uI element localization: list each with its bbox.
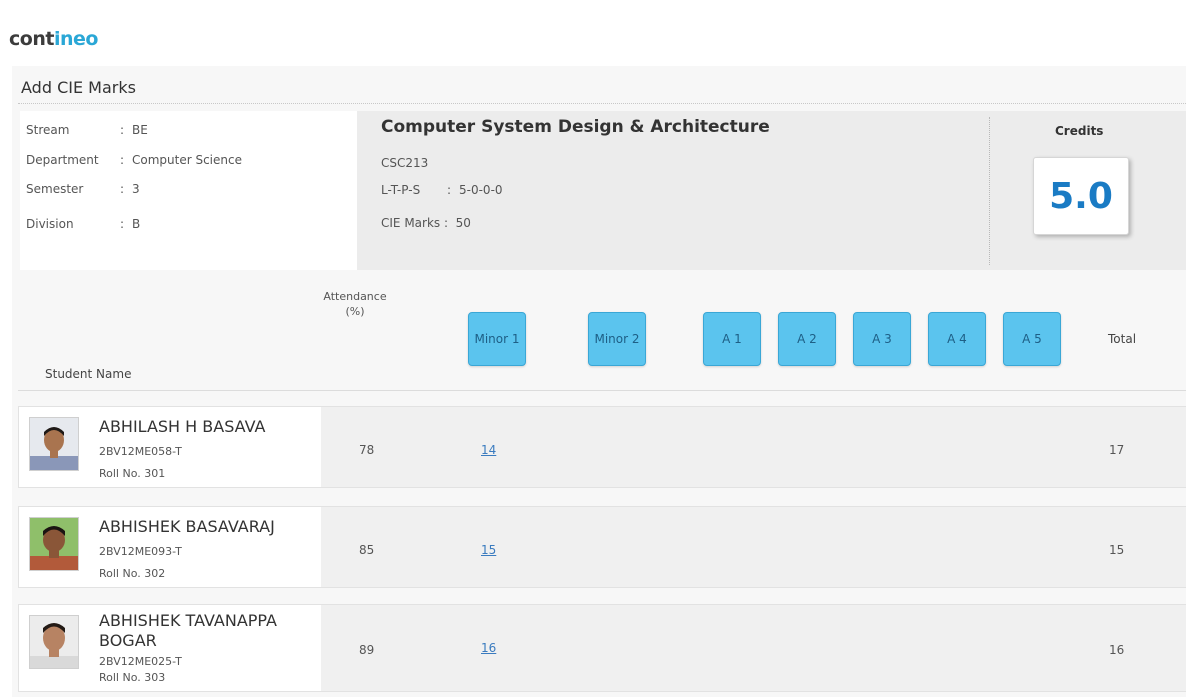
a2-button[interactable]: A 2 bbox=[778, 312, 836, 366]
attendance-header-line1: Attendance bbox=[323, 290, 387, 303]
attendance-value: 89 bbox=[359, 643, 375, 657]
student-info-cell: ABHILASH H BASAVA 2BV12ME058-T Roll No. … bbox=[19, 407, 321, 487]
student-usn: 2BV12ME025-T bbox=[99, 655, 182, 668]
course-info-panel: Computer System Design & Architecture CS… bbox=[357, 111, 1186, 270]
student-name: ABHISHEK TAVANAPPA BOGAR bbox=[99, 611, 277, 650]
cie-marks-value: 50 bbox=[455, 216, 471, 230]
stream-row: Stream: BE bbox=[26, 123, 148, 137]
title-divider bbox=[18, 103, 1186, 104]
attendance-header: Attendance (%) bbox=[318, 289, 392, 319]
total-header: Total bbox=[1108, 332, 1137, 346]
attendance-value: 85 bbox=[359, 543, 375, 557]
semester-label: Semester bbox=[26, 182, 84, 196]
attendance-value: 78 bbox=[359, 443, 375, 457]
avatar bbox=[29, 417, 79, 471]
stream-label: Stream bbox=[26, 123, 70, 137]
separator: : bbox=[120, 123, 125, 137]
separator: : bbox=[447, 183, 452, 197]
student-info-cell: ABHISHEK BASAVARAJ 2BV12ME093-T Roll No.… bbox=[19, 507, 321, 587]
contineo-logo: contineo bbox=[9, 28, 98, 50]
minor1-mark-link[interactable]: 14 bbox=[481, 443, 496, 457]
student-name-header: Student Name bbox=[45, 367, 132, 381]
total-value: 17 bbox=[1109, 443, 1125, 457]
a3-button[interactable]: A 3 bbox=[853, 312, 911, 366]
division-value: B bbox=[132, 217, 141, 231]
attendance-header-line2: (%) bbox=[345, 305, 365, 318]
division-label: Division bbox=[26, 217, 74, 231]
avatar bbox=[29, 517, 79, 571]
division-row: Division: B bbox=[26, 217, 140, 231]
student-name: ABHISHEK BASAVARAJ bbox=[99, 517, 275, 536]
credits-value: 5.0 bbox=[1033, 157, 1129, 235]
course-code: CSC213 bbox=[381, 156, 429, 170]
ltps-row: L-T-P-S:5-0-0-0 bbox=[381, 183, 503, 197]
separator: : bbox=[120, 182, 125, 196]
student-usn: 2BV12ME058-T bbox=[99, 445, 182, 458]
a1-button[interactable]: A 1 bbox=[703, 312, 761, 366]
semester-value: 3 bbox=[132, 182, 140, 196]
header-divider bbox=[18, 390, 1186, 391]
department-value: Computer Science bbox=[132, 153, 242, 167]
logo-text-part2: ineo bbox=[53, 28, 98, 50]
ltps-value: 5-0-0-0 bbox=[459, 183, 503, 197]
student-row: ABHILASH H BASAVA 2BV12ME058-T Roll No. … bbox=[18, 406, 1186, 488]
student-usn: 2BV12ME093-T bbox=[99, 545, 182, 558]
stream-value: BE bbox=[132, 123, 148, 137]
logo-text-part1: cont bbox=[9, 28, 54, 50]
cie-marks-label: CIE Marks bbox=[381, 216, 441, 230]
credits-divider bbox=[989, 117, 990, 265]
avatar bbox=[29, 615, 79, 669]
separator: : bbox=[120, 153, 125, 167]
total-value: 15 bbox=[1109, 543, 1125, 557]
class-info-panel: Stream: BE Department: Computer Science Se… bbox=[20, 111, 357, 270]
student-roll: Roll No. 303 bbox=[99, 671, 166, 684]
minor1-mark-link[interactable]: 15 bbox=[481, 543, 496, 557]
cie-marks-row: CIE Marks : 50 bbox=[381, 216, 471, 230]
credits-label: Credits bbox=[1055, 124, 1104, 138]
department-row: Department: Computer Science bbox=[26, 153, 242, 167]
student-row: ABHISHEK BASAVARAJ 2BV12ME093-T Roll No.… bbox=[18, 506, 1186, 588]
semester-row: Semester:3 bbox=[26, 182, 140, 196]
department-label: Department bbox=[26, 153, 99, 167]
student-roll: Roll No. 302 bbox=[99, 567, 166, 580]
separator: : bbox=[443, 216, 449, 230]
minor1-button[interactable]: Minor 1 bbox=[468, 312, 526, 366]
main-panel: Add CIE Marks Stream: BE Department: Compu… bbox=[12, 66, 1186, 697]
page-title: Add CIE Marks bbox=[21, 78, 136, 97]
student-info-cell: ABHISHEK TAVANAPPA BOGAR 2BV12ME025-T Ro… bbox=[19, 605, 321, 691]
ltps-label: L-T-P-S bbox=[381, 183, 421, 197]
total-value: 16 bbox=[1109, 643, 1125, 657]
student-roll: Roll No. 301 bbox=[99, 467, 166, 480]
course-title: Computer System Design & Architecture bbox=[381, 117, 770, 137]
student-row: ABHISHEK TAVANAPPA BOGAR 2BV12ME025-T Ro… bbox=[18, 604, 1186, 692]
minor2-button[interactable]: Minor 2 bbox=[588, 312, 646, 366]
separator: : bbox=[120, 217, 125, 231]
a4-button[interactable]: A 4 bbox=[928, 312, 986, 366]
a5-button[interactable]: A 5 bbox=[1003, 312, 1061, 366]
student-name: ABHILASH H BASAVA bbox=[99, 417, 266, 436]
minor1-mark-link[interactable]: 16 bbox=[481, 641, 496, 655]
